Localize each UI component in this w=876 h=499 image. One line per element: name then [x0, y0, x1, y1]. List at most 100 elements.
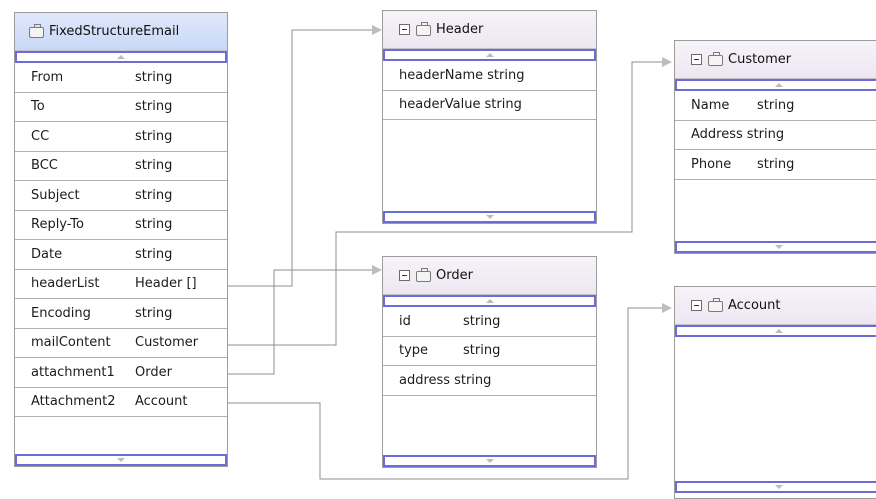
field-name: attachment1: [31, 364, 115, 380]
field-type: string: [757, 97, 795, 113]
field-row[interactable]: address string: [383, 366, 596, 396]
field-name: id: [399, 313, 411, 329]
field-name: BCC: [31, 158, 58, 174]
scroll-down-button[interactable]: [383, 211, 596, 223]
field-list: Name string Address string Phone string: [675, 91, 876, 180]
field-list: headerName string headerValue string: [383, 61, 596, 120]
field-name: headerName: [399, 67, 484, 83]
field-type: Header []: [135, 276, 197, 292]
scroll-up-button[interactable]: [383, 49, 596, 61]
field-row[interactable]: Attachment2 Account: [15, 388, 227, 417]
field-name: address: [399, 372, 451, 388]
field-type: string: [135, 69, 173, 85]
field-name: CC: [31, 128, 50, 144]
business-object-icon: [708, 52, 723, 66]
bo-title: Order: [436, 268, 473, 283]
bo-title-bar[interactable]: Order: [383, 257, 596, 295]
field-type: string: [135, 246, 173, 262]
scroll-up-button[interactable]: [675, 79, 876, 91]
field-list: From string To string CC string BCC string S…: [15, 63, 227, 417]
field-row[interactable]: Address string: [675, 121, 876, 150]
business-object-customer[interactable]: Customer Name string Address string Phone s…: [674, 40, 876, 254]
field-row[interactable]: BCC string: [15, 152, 227, 181]
field-row[interactable]: Name string: [675, 91, 876, 121]
bo-title-bar[interactable]: Header: [383, 11, 596, 49]
bo-title-bar[interactable]: Customer: [675, 41, 876, 79]
bo-title-bar[interactable]: Account: [675, 287, 876, 325]
connector-headerlist-to-header: [218, 29, 374, 287]
field-list: id string type string address string: [383, 307, 596, 396]
business-object-fixedstructureemail[interactable]: FixedStructureEmail From string To string …: [14, 12, 228, 467]
field-type: string: [746, 127, 785, 143]
bo-title: FixedStructureEmail: [49, 24, 180, 39]
field-row[interactable]: headerValue string: [383, 91, 596, 120]
field-name: headerList: [31, 276, 100, 292]
field-type: string: [135, 217, 173, 233]
field-type: string: [484, 97, 522, 113]
field-type: Order: [135, 364, 172, 380]
field-row[interactable]: From string: [15, 63, 227, 93]
field-type: string: [454, 372, 492, 388]
arrowhead-header: [372, 25, 382, 35]
field-row[interactable]: headerName string: [383, 61, 596, 91]
field-row[interactable]: Subject string: [15, 181, 227, 211]
field-row[interactable]: mailContent Customer: [15, 329, 227, 358]
field-type: string: [487, 67, 525, 83]
field-name: headerValue: [399, 97, 481, 113]
field-row[interactable]: To string: [15, 93, 227, 122]
business-object-icon: [708, 298, 723, 312]
scroll-down-button[interactable]: [675, 241, 876, 253]
arrowhead-order: [372, 265, 382, 275]
business-object-account[interactable]: Account: [674, 286, 876, 499]
arrowhead-customer: [662, 57, 672, 67]
field-type: Account: [135, 394, 188, 410]
business-object-icon: [29, 24, 44, 38]
field-type: string: [135, 99, 173, 115]
scroll-up-button[interactable]: [383, 295, 596, 307]
field-row[interactable]: Phone string: [675, 150, 876, 180]
field-type: string: [135, 158, 173, 174]
scroll-down-button[interactable]: [383, 455, 596, 467]
field-name: Reply-To: [31, 217, 84, 233]
collapse-toggle-icon[interactable]: [691, 54, 702, 65]
field-type: string: [463, 343, 501, 359]
field-type: string: [135, 187, 173, 203]
field-name: Date: [31, 246, 63, 262]
field-name: Phone: [691, 156, 732, 172]
field-type: string: [757, 156, 795, 172]
field-row[interactable]: headerList Header []: [15, 270, 227, 299]
field-name: Name: [691, 97, 730, 113]
field-type: Customer: [135, 335, 199, 351]
field-type: string: [135, 305, 173, 321]
field-name: Encoding: [31, 305, 91, 321]
collapse-toggle-icon[interactable]: [691, 300, 702, 311]
field-name: Subject: [31, 187, 80, 203]
field-name: Address: [691, 127, 743, 143]
field-row[interactable]: Encoding string: [15, 299, 227, 329]
collapse-toggle-icon[interactable]: [399, 270, 410, 281]
bo-title-bar[interactable]: FixedStructureEmail: [15, 13, 227, 51]
field-row[interactable]: CC string: [15, 122, 227, 152]
field-row[interactable]: Reply-To string: [15, 211, 227, 240]
bo-title: Account: [728, 298, 781, 313]
scroll-up-button[interactable]: [675, 325, 876, 337]
scroll-up-button[interactable]: [15, 51, 227, 63]
collapse-toggle-icon[interactable]: [399, 24, 410, 35]
field-row[interactable]: id string: [383, 307, 596, 337]
field-name: Attachment2: [31, 394, 116, 410]
scroll-down-button[interactable]: [15, 454, 227, 466]
bo-title: Header: [436, 22, 484, 37]
business-object-icon: [416, 268, 431, 282]
field-name: mailContent: [31, 335, 111, 351]
field-row[interactable]: attachment1 Order: [15, 358, 227, 388]
arrowhead-account: [662, 303, 672, 313]
business-object-header[interactable]: Header headerName string headerValue strin…: [382, 10, 597, 224]
scroll-down-button[interactable]: [675, 481, 876, 493]
business-object-icon: [416, 22, 431, 36]
field-name: type: [399, 343, 429, 359]
business-object-order[interactable]: Order id string type string address string: [382, 256, 597, 468]
field-row[interactable]: type string: [383, 337, 596, 366]
field-row[interactable]: Date string: [15, 240, 227, 270]
field-name: To: [31, 99, 45, 115]
bo-title: Customer: [728, 52, 792, 67]
